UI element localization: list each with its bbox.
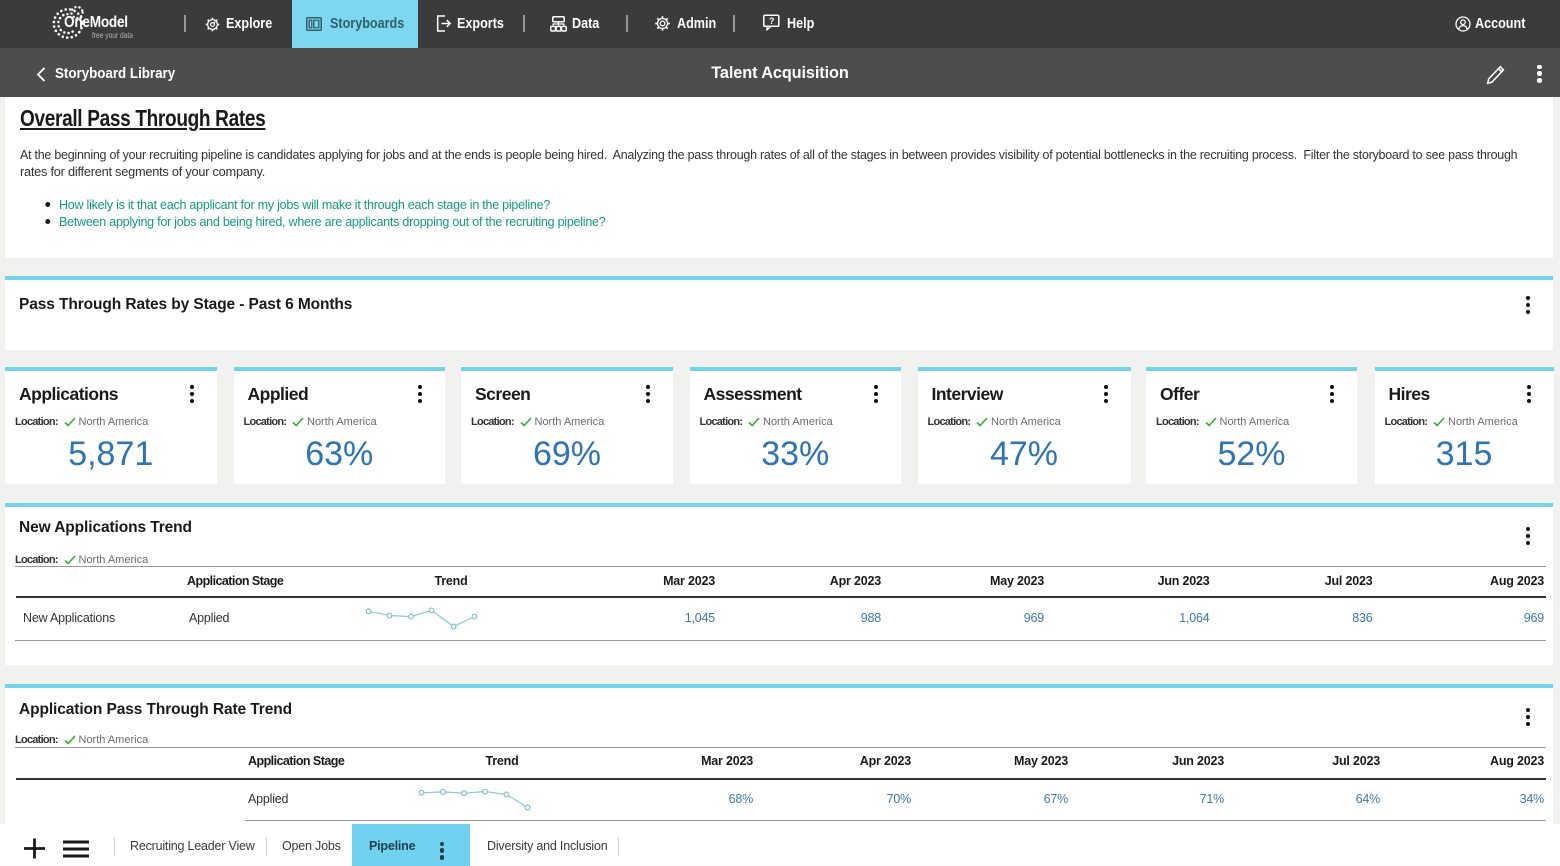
svg-text:?: ? [769, 16, 775, 26]
